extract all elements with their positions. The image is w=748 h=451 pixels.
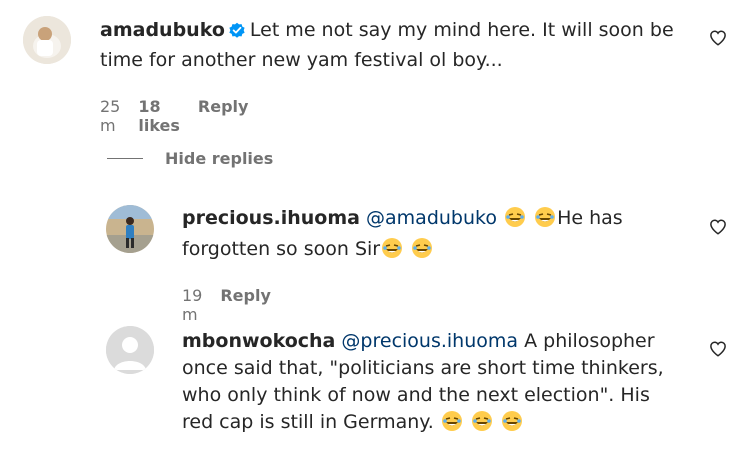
- rofl-emoji: [501, 410, 523, 440]
- rofl-emoji: [471, 410, 493, 440]
- comment-body: precious.ihuoma @amadubuko He has forgot…: [182, 205, 652, 267]
- rofl-emoji: [411, 237, 433, 267]
- comment-time: 25 m: [100, 97, 121, 135]
- comment-body: amadubuko Let me not say my mind here. It…: [100, 17, 680, 74]
- rofl-emoji: [441, 410, 463, 440]
- heart-outline-icon[interactable]: [709, 218, 727, 236]
- comment-username[interactable]: amadubuko: [100, 19, 225, 41]
- avatar[interactable]: [106, 205, 154, 253]
- reply-button[interactable]: Reply: [220, 286, 271, 324]
- rofl-emoji: [504, 206, 526, 236]
- comment-body: mbonwokocha @precious.ihuoma A philosoph…: [182, 328, 682, 440]
- comment-username[interactable]: precious.ihuoma: [182, 207, 360, 229]
- rofl-emoji: [534, 206, 556, 236]
- comment-meta: 25 m 18 likes Reply: [100, 97, 248, 135]
- reply-button[interactable]: Reply: [198, 97, 249, 135]
- heart-outline-icon[interactable]: [709, 29, 727, 47]
- likes-count[interactable]: 18 likes: [138, 97, 180, 135]
- comment-time: 19 m: [182, 286, 203, 324]
- verified-badge-icon: [228, 20, 246, 47]
- comment-username[interactable]: mbonwokocha: [182, 330, 335, 352]
- hide-replies-label: Hide replies: [165, 149, 274, 168]
- avatar-image: [106, 205, 154, 253]
- avatar[interactable]: [23, 16, 71, 64]
- avatar-image: [23, 16, 71, 64]
- comment-meta: 19 m Reply: [182, 286, 271, 324]
- rofl-emoji: [381, 237, 403, 267]
- hide-replies-button[interactable]: Hide replies: [107, 149, 273, 168]
- mention-link[interactable]: @amadubuko: [366, 207, 497, 229]
- default-avatar-icon: [106, 326, 154, 374]
- mention-link[interactable]: @precious.ihuoma: [341, 330, 518, 352]
- avatar[interactable]: [106, 326, 154, 374]
- divider-line: [107, 158, 143, 159]
- heart-outline-icon[interactable]: [709, 340, 727, 358]
